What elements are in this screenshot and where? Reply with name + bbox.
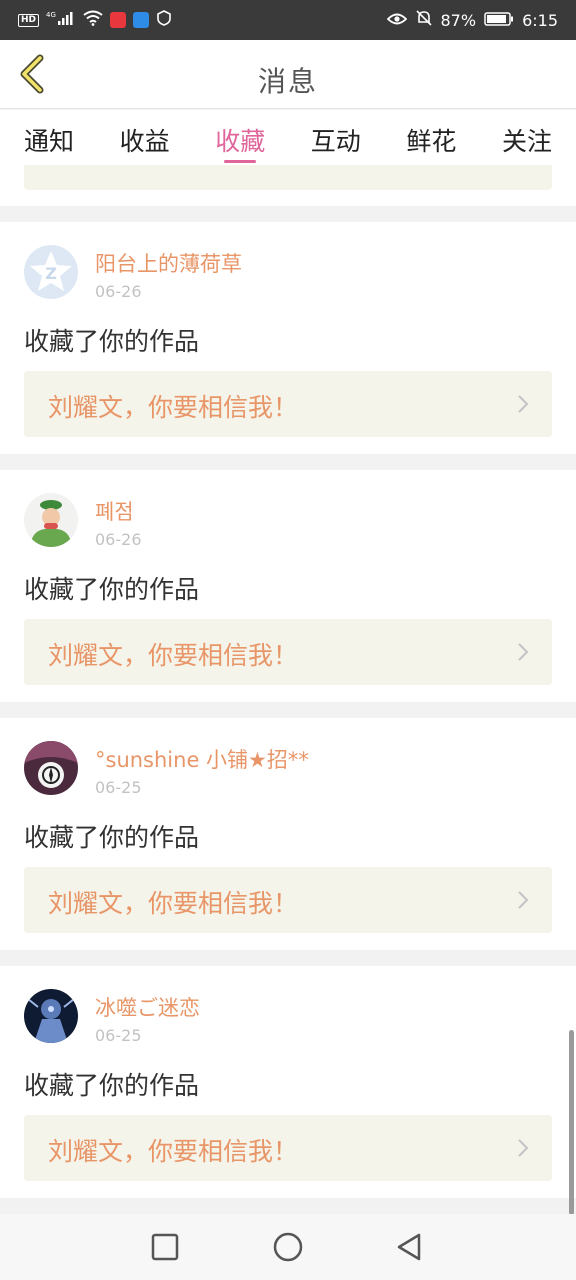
tab-bar: 通知 收益 收藏 互动 鲜花 关注 bbox=[0, 110, 576, 165]
browser-app-icon bbox=[133, 12, 150, 28]
user-avatar[interactable]: Z bbox=[24, 245, 78, 299]
clock: 6:15 bbox=[522, 10, 558, 30]
work-title: 刘耀文，你要相信我！ bbox=[48, 641, 299, 670]
mute-bell-icon bbox=[415, 9, 433, 31]
signal-icon: 4G bbox=[46, 10, 76, 30]
user-photo-icon bbox=[24, 741, 78, 795]
chevron-right-icon bbox=[518, 643, 529, 661]
work-link[interactable]: 刘耀文，你要相信我！ bbox=[24, 371, 552, 437]
work-title: 刘耀文，你要相信我！ bbox=[48, 393, 299, 422]
status-bar: HD 4G 87% 6:15 bbox=[0, 0, 576, 40]
username[interactable]: 阳台上的薄荷草 bbox=[95, 248, 242, 278]
circle-icon bbox=[273, 1232, 303, 1262]
page-title: 消息 bbox=[257, 65, 318, 98]
message-card: 폐점 06-26 收藏了你的作品 刘耀文，你要相信我！ bbox=[0, 470, 576, 702]
message-date: 06-25 bbox=[95, 1026, 142, 1045]
work-link[interactable]: 刘耀文，你要相信我！ bbox=[24, 619, 552, 685]
home-button[interactable] bbox=[271, 1230, 305, 1264]
scrollbar[interactable] bbox=[569, 1030, 574, 1215]
tab-earnings[interactable]: 收益 bbox=[120, 110, 170, 165]
shield-app-icon bbox=[156, 10, 172, 30]
chevron-right-icon bbox=[518, 395, 529, 413]
message-list[interactable]: Z 阳台上的薄荷草 06-26 收藏了你的作品 刘耀文，你要相信我！ 폐점 06… bbox=[0, 165, 576, 1210]
action-text: 收藏了你的作品 bbox=[24, 1071, 200, 1100]
user-avatar[interactable] bbox=[24, 989, 78, 1043]
triangle-back-icon bbox=[397, 1233, 421, 1261]
system-nav-bar bbox=[0, 1214, 576, 1280]
action-text: 收藏了你的作品 bbox=[24, 327, 200, 356]
network-type: 4G bbox=[46, 11, 56, 19]
work-title: 刘耀文，你要相信我！ bbox=[48, 1137, 299, 1166]
action-text: 收藏了你的作品 bbox=[24, 575, 200, 604]
tab-notifications[interactable]: 通知 bbox=[24, 110, 74, 165]
user-photo-icon bbox=[24, 493, 78, 547]
battery-percent: 87% bbox=[440, 10, 477, 30]
header-bar: 消息 bbox=[0, 40, 576, 109]
tab-interactions[interactable]: 互动 bbox=[311, 110, 361, 165]
svg-text:Z: Z bbox=[45, 264, 57, 283]
status-left: HD 4G bbox=[18, 10, 387, 30]
wifi-icon bbox=[83, 10, 103, 30]
user-photo-icon bbox=[24, 989, 78, 1043]
work-title: 刘耀文，你要相信我！ bbox=[48, 889, 299, 918]
work-link[interactable]: 刘耀文，你要相信我！ bbox=[24, 867, 552, 933]
message-card: °sunshine 小铺★招** 06-25 收藏了你的作品 刘耀文，你要相信我… bbox=[0, 718, 576, 950]
username[interactable]: °sunshine 小铺★招** bbox=[95, 744, 309, 774]
back-nav-button[interactable] bbox=[392, 1230, 426, 1264]
message-date: 06-25 bbox=[95, 778, 142, 797]
username[interactable]: 폐점 bbox=[95, 496, 134, 526]
username[interactable]: 冰噬ご迷恋 bbox=[95, 992, 200, 1022]
action-text: 收藏了你的作品 bbox=[24, 823, 200, 852]
work-link-partial[interactable] bbox=[24, 165, 552, 190]
message-card: Z 阳台上的薄荷草 06-26 收藏了你的作品 刘耀文，你要相信我！ bbox=[0, 222, 576, 454]
hd-indicator: HD bbox=[18, 13, 40, 27]
tab-follows[interactable]: 关注 bbox=[502, 110, 552, 165]
chevron-right-icon bbox=[518, 1139, 529, 1157]
battery-icon bbox=[484, 11, 514, 30]
work-link[interactable]: 刘耀文，你要相信我！ bbox=[24, 1115, 552, 1181]
message-date: 06-26 bbox=[95, 282, 142, 301]
default-avatar-icon: Z bbox=[24, 245, 78, 299]
square-icon bbox=[151, 1233, 179, 1261]
chevron-right-icon bbox=[518, 891, 529, 909]
user-avatar[interactable] bbox=[24, 741, 78, 795]
message-card: 冰噬ご迷恋 06-25 收藏了你的作品 刘耀文，你要相信我！ bbox=[0, 966, 576, 1198]
status-right: 87% 6:15 bbox=[386, 9, 558, 31]
recent-apps-button[interactable] bbox=[148, 1230, 182, 1264]
eye-icon bbox=[386, 11, 407, 30]
tab-favorites[interactable]: 收藏 bbox=[215, 110, 265, 165]
message-card-partial bbox=[0, 165, 576, 206]
tab-flowers[interactable]: 鲜花 bbox=[406, 110, 456, 165]
user-avatar[interactable] bbox=[24, 493, 78, 547]
notification-app-icon bbox=[110, 12, 127, 28]
message-date: 06-26 bbox=[95, 530, 142, 549]
